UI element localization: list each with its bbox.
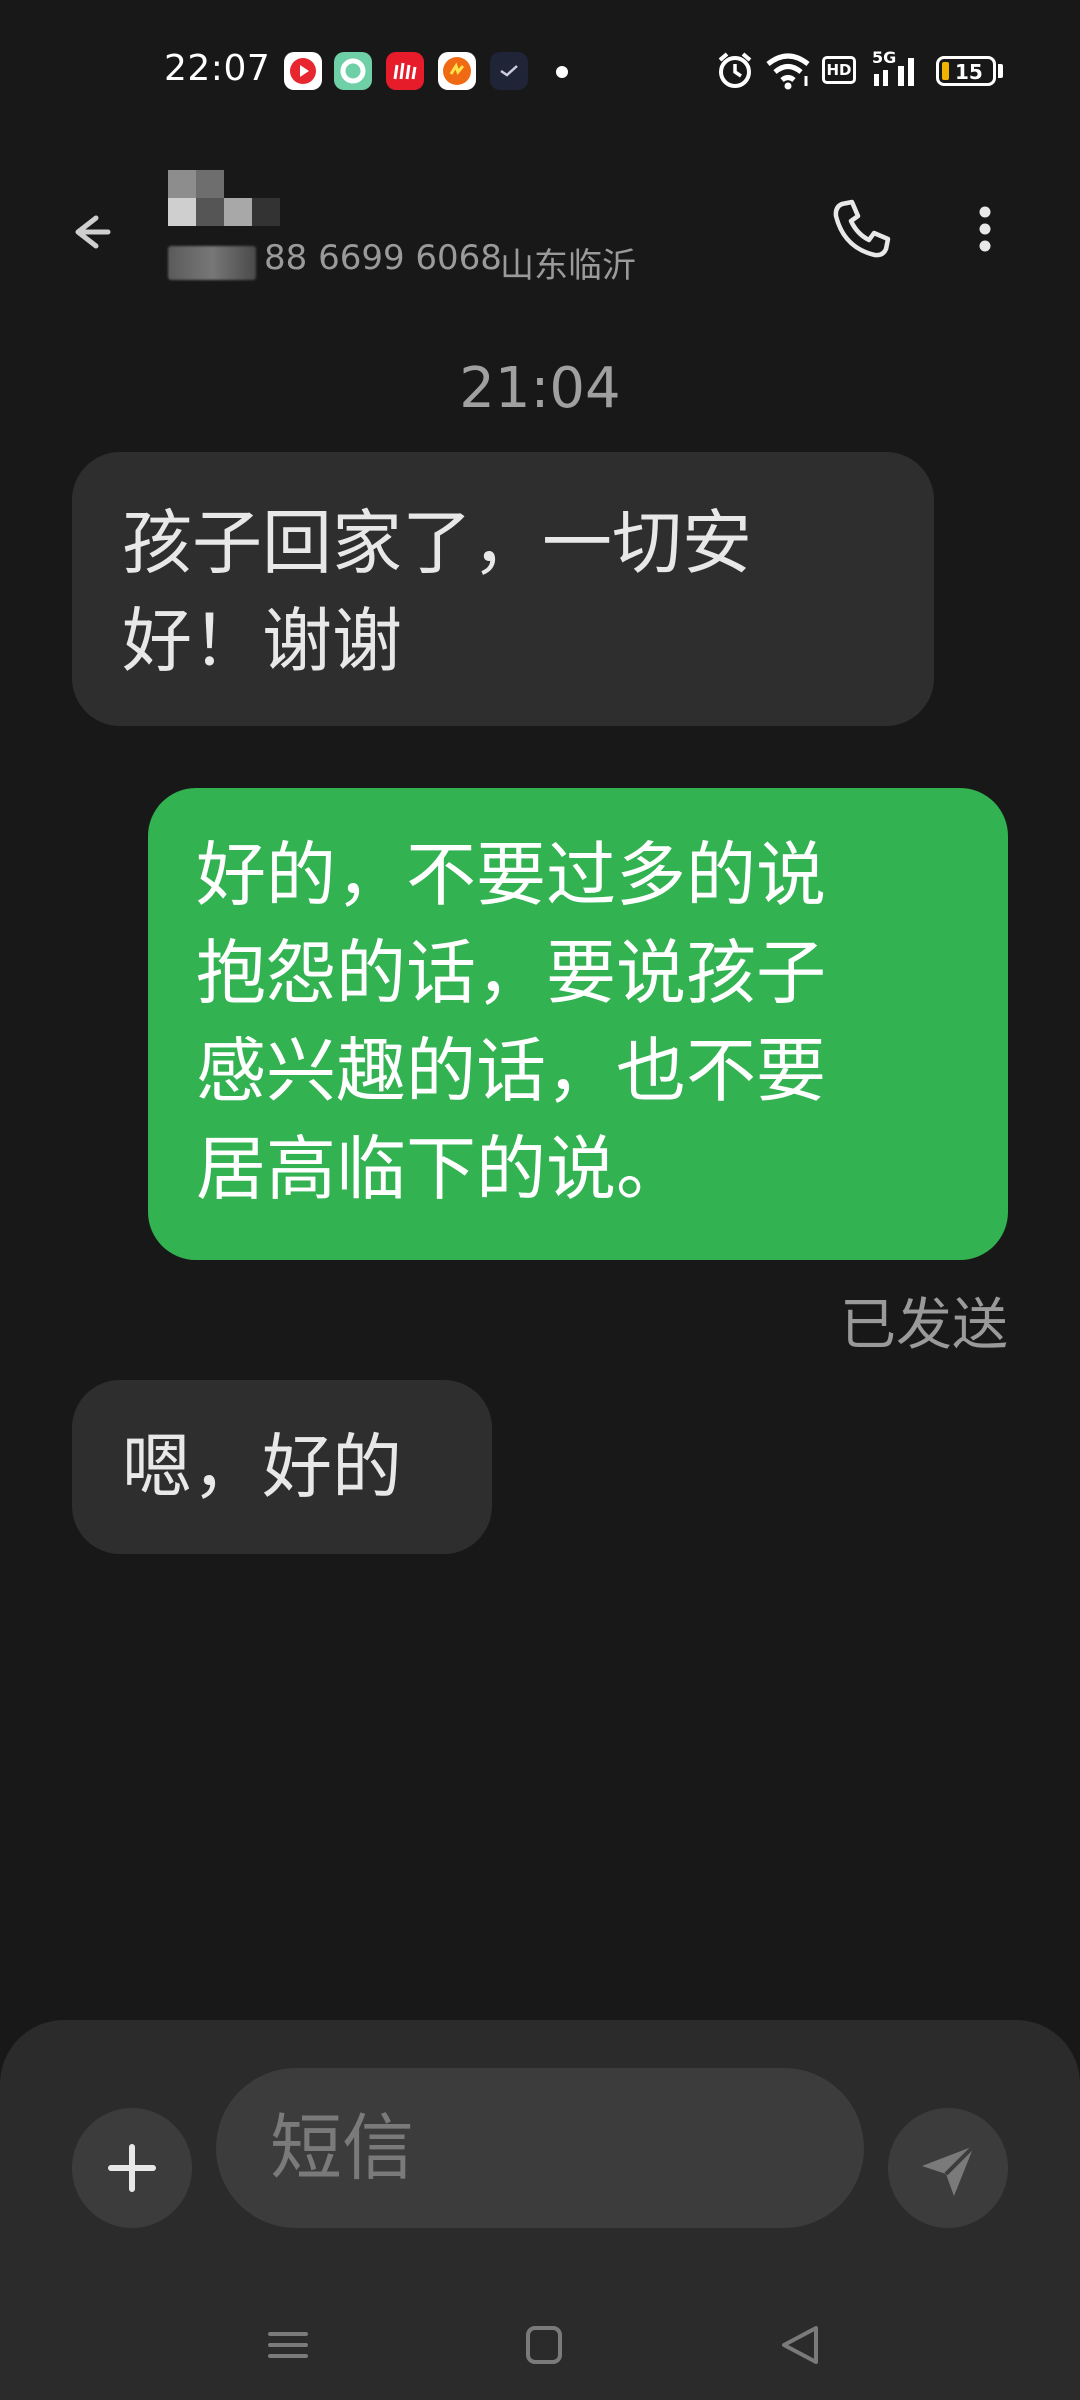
green-ring-app-icon [334, 52, 372, 90]
triangle-back-icon [782, 2326, 818, 2364]
contact-location: 山东临沂 [500, 246, 636, 286]
weibo-app-icon [386, 52, 424, 90]
more-notifications-dot [556, 66, 568, 78]
back-nav-button[interactable] [760, 2310, 840, 2380]
system-navigation-bar [0, 2290, 1080, 2400]
message-text-line: 抱怨的话，要说孩子 [196, 932, 826, 1014]
message-text-line: 居高临下的说。 [196, 1128, 686, 1210]
phone-icon [833, 199, 891, 258]
square-icon [526, 2326, 562, 2364]
message-text-line: 好的，不要过多的说 [196, 834, 826, 916]
message-sent-status: 已发送 [840, 1293, 1008, 1358]
status-bar: 22:07 HD 5G 15 [0, 0, 1080, 140]
battery-icon: 15 [936, 56, 996, 86]
battery-level: 15 [955, 60, 983, 84]
contact-number: 88 6699 6068 [264, 238, 502, 278]
video-app-icon [284, 52, 322, 90]
message-text-line: 感兴趣的话，也不要 [196, 1030, 826, 1112]
message-text-line: 好！谢谢 [122, 600, 402, 682]
message-input[interactable] [216, 2068, 864, 2228]
wifi-icon [764, 52, 812, 94]
battery-fill [942, 62, 949, 80]
home-button[interactable] [504, 2310, 584, 2380]
call-button[interactable] [820, 188, 902, 270]
battery-cap [998, 64, 1003, 78]
status-time: 22:07 [164, 48, 271, 89]
send-button[interactable] [888, 2108, 1008, 2228]
incoming-message-bubble[interactable]: 孩子回家了，一切安 好！谢谢 [72, 452, 934, 726]
redacted-number-prefix [168, 246, 256, 280]
message-text-line: 嗯，好的 [122, 1426, 402, 1508]
check-app-icon [490, 52, 528, 90]
message-timestamp: 21:04 [459, 356, 621, 421]
message-text-line: 孩子回家了，一切安 [122, 502, 752, 584]
back-button[interactable] [52, 196, 124, 268]
contact-avatar-pixelated [168, 170, 280, 226]
add-attachment-button[interactable] [72, 2108, 192, 2228]
more-vert-icon [979, 206, 991, 252]
recents-button[interactable] [248, 2310, 328, 2380]
incoming-message-bubble[interactable]: 嗯，好的 [72, 1380, 492, 1554]
send-icon [922, 2144, 976, 2196]
outgoing-message-bubble[interactable]: 好的，不要过多的说 抱怨的话，要说孩子 感兴趣的话，也不要 居高临下的说。 [148, 788, 1008, 1260]
menu-icon [268, 2332, 308, 2358]
back-arrow-icon [75, 215, 111, 249]
more-options-button[interactable] [950, 188, 1020, 270]
orange-app-icon [438, 52, 476, 90]
hd-icon: HD [822, 56, 856, 84]
alarm-icon [716, 50, 754, 94]
conversation-header: 88 6699 6068 山东临沂 [0, 140, 1080, 320]
